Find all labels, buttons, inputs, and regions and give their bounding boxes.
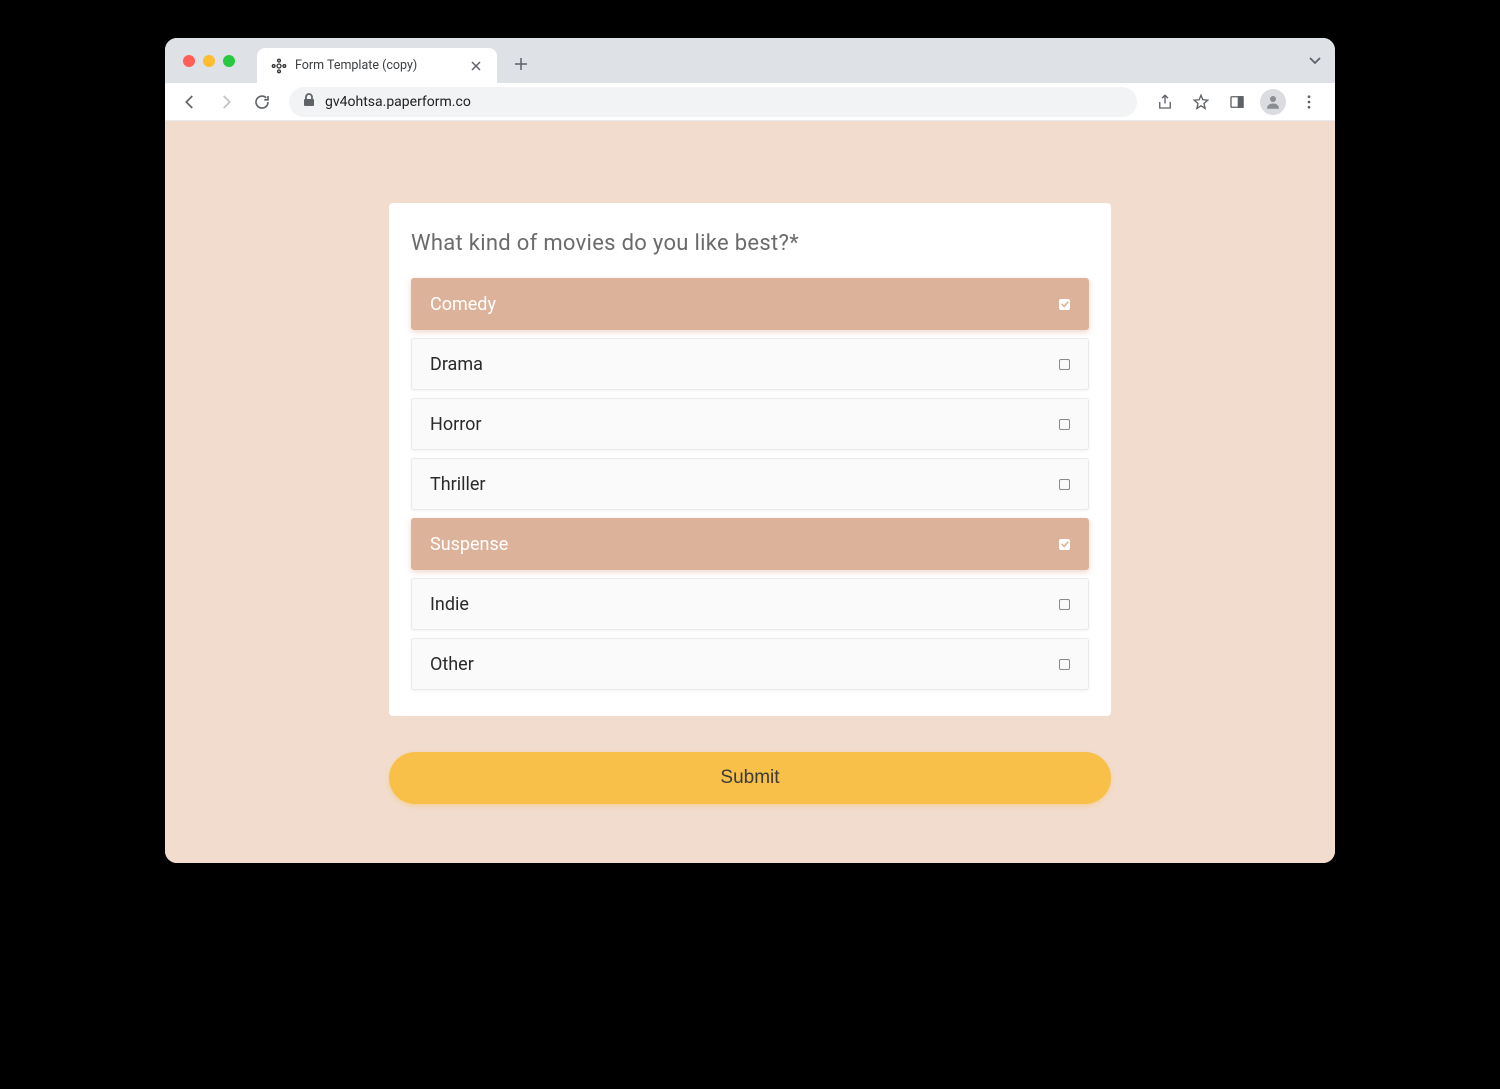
checkbox-icon	[1059, 419, 1070, 430]
reload-button[interactable]	[247, 87, 277, 117]
form-card: What kind of movies do you like best?* C…	[389, 203, 1111, 716]
question-text: What kind of movies do you like best?*	[411, 231, 1089, 256]
checkbox-icon	[1059, 479, 1070, 490]
option-label: Drama	[430, 354, 483, 375]
checkbox-icon	[1059, 359, 1070, 370]
checkbox-icon	[1059, 599, 1070, 610]
toolbar: gv4ohtsa.paperform.co	[165, 83, 1335, 121]
side-panel-icon[interactable]	[1221, 87, 1253, 117]
page-content: What kind of movies do you like best?* C…	[165, 121, 1335, 863]
paperform-favicon-icon	[271, 58, 287, 74]
option-label: Comedy	[430, 294, 496, 315]
option-item[interactable]: Horror	[411, 398, 1089, 450]
option-item[interactable]: Drama	[411, 338, 1089, 390]
share-icon[interactable]	[1149, 87, 1181, 117]
option-label: Indie	[430, 594, 469, 615]
avatar-icon	[1260, 89, 1286, 115]
option-label: Thriller	[430, 474, 486, 495]
url-text: gv4ohtsa.paperform.co	[325, 94, 471, 110]
checkbox-icon	[1059, 539, 1070, 550]
option-label: Suspense	[430, 534, 508, 555]
options-list: Comedy Drama Horror Thriller Suspense Indie Ot…	[411, 278, 1089, 690]
option-item[interactable]: Suspense	[411, 518, 1089, 570]
forward-button[interactable]	[211, 87, 241, 117]
checkbox-icon	[1059, 299, 1070, 310]
option-item[interactable]: Indie	[411, 578, 1089, 630]
minimize-window-button[interactable]	[203, 55, 215, 67]
option-item[interactable]: Comedy	[411, 278, 1089, 330]
option-item[interactable]: Other	[411, 638, 1089, 690]
maximize-window-button[interactable]	[223, 55, 235, 67]
profile-button[interactable]	[1257, 87, 1289, 117]
bookmark-star-icon[interactable]	[1185, 87, 1217, 117]
option-label: Other	[430, 654, 474, 675]
close-tab-button[interactable]	[469, 59, 483, 73]
browser-tab[interactable]: Form Template (copy)	[257, 48, 497, 83]
option-label: Horror	[430, 414, 482, 435]
browser-window: Form Template (copy) gv4ohtsa.paperform.…	[165, 38, 1335, 863]
submit-button[interactable]: Submit	[389, 752, 1111, 804]
checkbox-icon	[1059, 659, 1070, 670]
menu-button[interactable]	[1293, 87, 1325, 117]
tabs-dropdown-button[interactable]	[1309, 54, 1321, 68]
new-tab-button[interactable]	[507, 50, 535, 78]
close-window-button[interactable]	[183, 55, 195, 67]
tab-title: Form Template (copy)	[295, 58, 461, 73]
window-controls	[183, 55, 235, 67]
address-bar[interactable]: gv4ohtsa.paperform.co	[289, 87, 1137, 117]
tab-bar: Form Template (copy)	[165, 38, 1335, 83]
option-item[interactable]: Thriller	[411, 458, 1089, 510]
toolbar-actions	[1149, 87, 1325, 117]
lock-icon	[303, 93, 315, 110]
back-button[interactable]	[175, 87, 205, 117]
